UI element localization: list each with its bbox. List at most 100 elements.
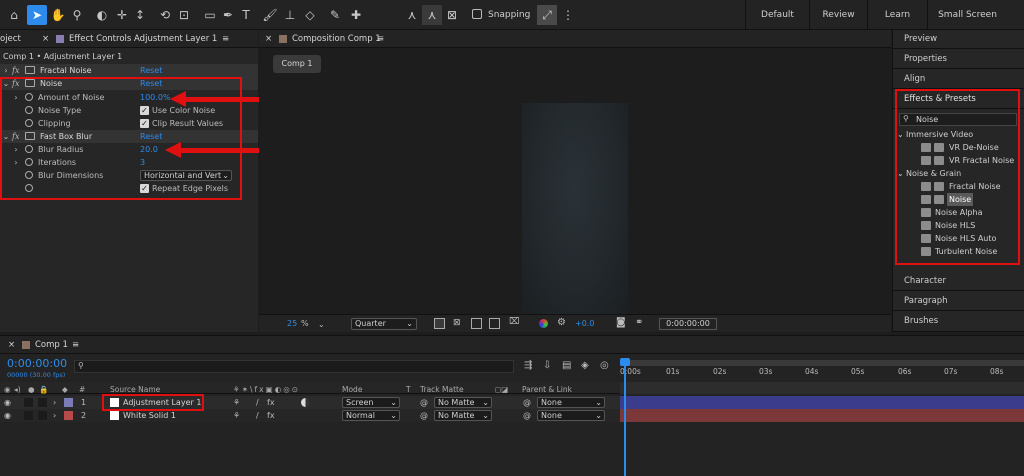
track-matte-dropdown[interactable]: No Matte ⌄ (434, 410, 492, 421)
timeline-search-input[interactable]: ⚲ (74, 360, 514, 373)
blend-mode-dropdown[interactable]: Normal ⌄ (342, 410, 400, 421)
show-snapshot-icon[interactable]: ⚭ (635, 317, 643, 328)
chevron-right-icon[interactable]: › (53, 396, 56, 409)
close-tab-icon[interactable]: × (265, 30, 272, 47)
lock-icon[interactable]: 🔒 (39, 385, 48, 394)
panel-menu-icon[interactable]: ≡ (72, 336, 79, 353)
quality-switch-icon[interactable]: / (256, 409, 259, 422)
workspace-learn[interactable]: Learn (867, 0, 927, 30)
fast-previews-icon[interactable] (434, 318, 445, 329)
snapping-checkbox[interactable] (472, 9, 482, 19)
label-color-swatch[interactable] (64, 411, 73, 420)
close-tab-icon[interactable]: × (42, 30, 49, 47)
axis-world-icon[interactable]: ⋏ (422, 5, 442, 25)
mask-visibility-icon[interactable] (471, 318, 482, 329)
pick-whip-icon[interactable]: @ (523, 409, 531, 422)
align-panel-header[interactable]: Align (893, 70, 1024, 89)
workspace-small-screen[interactable]: Small Screen (927, 0, 1007, 30)
parent-dropdown[interactable]: None ⌄ (537, 397, 605, 408)
eye-icon[interactable]: ◉ (4, 396, 11, 409)
panel-menu-icon[interactable]: ≡ (377, 30, 384, 47)
panel-menu-icon[interactable]: ≡ (222, 30, 229, 47)
blend-mode-dropdown[interactable]: Screen ⌄ (342, 397, 400, 408)
pick-whip-icon[interactable]: @ (523, 396, 531, 409)
resolution-dropdown[interactable]: Quarter ⌄ (351, 318, 417, 330)
grid-guides-icon[interactable] (489, 318, 500, 329)
pan-camera-icon[interactable]: ✛ (112, 5, 132, 25)
zoom-value[interactable]: 25 (287, 319, 297, 328)
playhead[interactable] (624, 360, 626, 476)
lock-toggle[interactable] (38, 398, 47, 407)
shy-layers-icon[interactable]: ▤ (562, 360, 571, 371)
project-tab[interactable]: oject (0, 30, 21, 47)
timeline-tab[interactable]: Comp 1 (35, 336, 68, 353)
clone-stamp-icon[interactable]: ⊥ (280, 5, 300, 25)
effects-switch-icon[interactable]: fx (267, 396, 275, 409)
effects-switch-icon[interactable]: fx (267, 409, 275, 422)
fx-icon[interactable]: fx (12, 64, 19, 77)
hand-tool-icon[interactable]: ✋ (48, 5, 68, 25)
roto-brush-icon[interactable]: ✎ (325, 5, 345, 25)
home-icon[interactable]: ⌂ (4, 5, 24, 25)
label-icon[interactable]: ◆ (62, 385, 68, 394)
character-panel-header[interactable]: Character (893, 272, 1024, 291)
eraser-tool-icon[interactable]: ◇ (300, 5, 320, 25)
timeline-timecode[interactable]: 0:00:00:00 (7, 357, 67, 370)
channel-icon[interactable]: ⌧ (509, 317, 519, 327)
color-channel-icon[interactable] (539, 319, 548, 328)
chevron-right-icon[interactable]: › (2, 64, 10, 77)
workspace-review[interactable]: Review (809, 0, 867, 30)
timecode-field[interactable]: 0:00:00:00 (659, 318, 717, 330)
solo-toggle[interactable] (24, 398, 33, 407)
eye-icon[interactable]: ◉ (4, 409, 11, 422)
exposure-value[interactable]: +0.0 (575, 319, 594, 328)
quality-switch-icon[interactable]: / (256, 396, 259, 409)
matte-link-icon[interactable]: @ (420, 409, 428, 422)
label-color-swatch[interactable] (64, 398, 73, 407)
layer-row[interactable]: ◉ › 2 White Solid 1 ⚘ / fx Normal ⌄ @ No… (0, 409, 620, 422)
orbit-camera-icon[interactable]: ◐ (92, 5, 112, 25)
composition-canvas[interactable] (522, 103, 628, 315)
chevron-right-icon[interactable]: › (53, 409, 56, 422)
effect-row-fractal-noise[interactable]: › fx Fractal Noise Reset (0, 64, 258, 77)
chevron-down-icon[interactable]: ⌄ (318, 320, 325, 329)
motion-blur-icon[interactable]: ◎ (600, 360, 609, 371)
playhead-handle[interactable] (620, 358, 630, 366)
type-tool-icon[interactable]: T (236, 5, 256, 25)
comp-tab-button[interactable]: Comp 1 (273, 55, 321, 73)
frame-blending-icon[interactable]: ◈ (581, 360, 589, 371)
zoom-tool-icon[interactable]: ⚲ (67, 5, 87, 25)
dolly-camera-icon[interactable]: ↕ (130, 5, 150, 25)
selection-tool-icon[interactable]: ➤ (27, 5, 47, 25)
solo-icon[interactable]: ● (28, 385, 35, 394)
workspace-default[interactable]: Default (745, 0, 809, 30)
layer-row[interactable]: ◉ › 1 Adjustment Layer 1 ⚘ / fx Screen ⌄… (0, 396, 620, 409)
adjustment-layer-switch-icon[interactable] (301, 398, 310, 407)
eye-icon[interactable]: ◉ (4, 385, 11, 394)
pen-tool-icon[interactable]: ✒ (218, 5, 238, 25)
snapshot-icon[interactable]: ◙ (616, 317, 626, 328)
axis-local-icon[interactable]: ⋏ (402, 5, 422, 25)
audio-icon[interactable]: ◂) (14, 385, 21, 394)
lock-toggle[interactable] (38, 411, 47, 420)
comp-flowchart-icon[interactable]: ⇶ (524, 360, 532, 371)
transparency-grid-icon[interactable]: ⊠ (453, 318, 461, 328)
layer-duration-bar[interactable] (620, 396, 1024, 409)
source-name-header[interactable]: Source Name (110, 385, 160, 394)
properties-panel-header[interactable]: Properties (893, 50, 1024, 69)
parent-dropdown[interactable]: None ⌄ (537, 410, 605, 421)
pan-behind-icon[interactable]: ⊡ (174, 5, 194, 25)
color-management-icon[interactable]: ⚙ (557, 317, 566, 328)
solo-toggle[interactable] (24, 411, 33, 420)
preview-panel-header[interactable]: Preview (893, 30, 1024, 49)
composition-tab[interactable]: Composition Comp 1 (292, 30, 381, 47)
shy-switch-icon[interactable]: ⚘ (233, 396, 240, 409)
effect-controls-tab[interactable]: Effect Controls Adjustment Layer 1 (69, 30, 217, 47)
reset-link[interactable]: Reset (140, 64, 162, 77)
shy-switch-icon[interactable]: ⚘ (233, 409, 240, 422)
snap-features-icon[interactable]: ⋮ (558, 5, 578, 25)
brushes-panel-header[interactable]: Brushes (893, 312, 1024, 332)
brush-tool-icon[interactable]: 🖌 (260, 5, 280, 25)
puppet-pin-icon[interactable]: ✚ (346, 5, 366, 25)
track-matte-dropdown[interactable]: No Matte ⌄ (434, 397, 492, 408)
